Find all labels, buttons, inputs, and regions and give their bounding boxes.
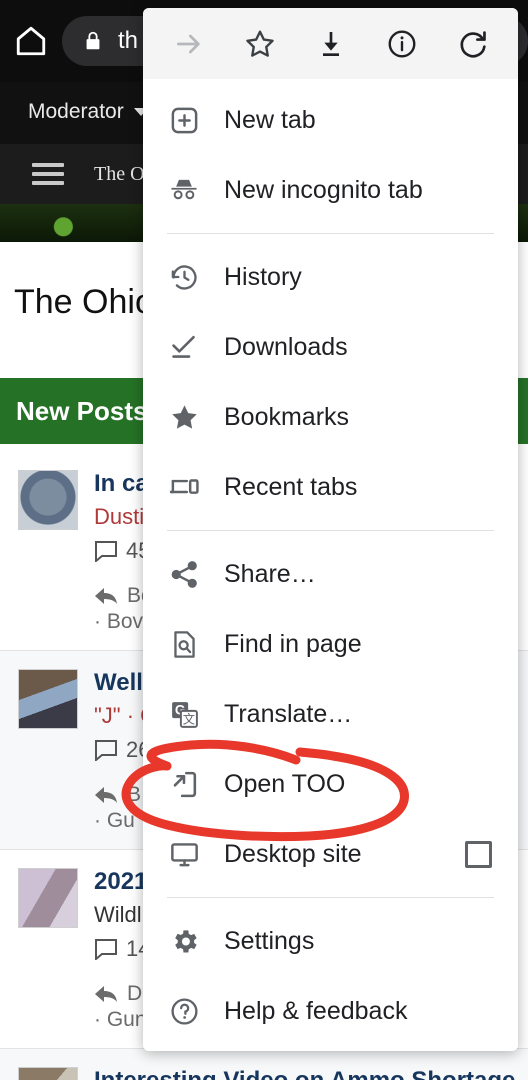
menu-divider (167, 530, 494, 531)
menu-item-label: New tab (224, 105, 316, 134)
star-icon[interactable] (237, 21, 283, 67)
menu-item-label: Downloads (224, 332, 348, 361)
menu-item-downloads[interactable]: Downloads (143, 312, 518, 382)
desktop-site-icon (167, 837, 201, 871)
reload-icon[interactable] (450, 21, 496, 67)
help-feedback-icon (167, 994, 201, 1028)
menu-item-bookmarks[interactable]: Bookmarks (143, 382, 518, 452)
settings-gear-icon (167, 924, 201, 958)
lock-icon (82, 28, 104, 54)
reply-author: B (127, 783, 142, 806)
bookmarks-star-icon (167, 400, 201, 434)
menu-item-desktop-site[interactable]: Desktop site (143, 819, 518, 889)
menu-item-settings[interactable]: Settings (143, 906, 518, 976)
find-in-page-icon (167, 627, 201, 661)
reply-arrow-icon (94, 786, 118, 804)
comment-bubble-icon (94, 739, 118, 763)
menu-item-label: Settings (224, 926, 315, 955)
desktop-site-checkbox[interactable] (465, 840, 492, 868)
list-item[interactable]: Interesting Video on Ammo Shortage (0, 1049, 528, 1080)
home-icon[interactable] (14, 24, 48, 58)
comment-bubble-icon (94, 540, 118, 564)
menu-item-share[interactable]: Share… (143, 539, 518, 609)
new-posts-label: New Posts (16, 395, 148, 426)
menu-item-list: New tab New incognito tab History Downlo… (143, 79, 518, 1046)
downloads-icon (167, 330, 201, 364)
menu-item-label: Translate… (224, 699, 353, 728)
history-icon (167, 260, 201, 294)
info-icon[interactable] (379, 21, 425, 67)
menu-divider (167, 233, 494, 234)
reply-arrow-icon (94, 985, 118, 1003)
post-thumbnail (18, 470, 78, 530)
menu-item-new-tab[interactable]: New tab (143, 85, 518, 155)
menu-quick-actions-toolbar (143, 8, 518, 79)
recent-tabs-icon (167, 470, 201, 504)
open-in-app-icon (167, 767, 201, 801)
menu-item-label: Share… (224, 559, 316, 588)
menu-item-label: Recent tabs (224, 472, 358, 501)
menu-item-recent-tabs[interactable]: Recent tabs (143, 452, 518, 522)
translate-icon: G 文 (167, 697, 201, 731)
svg-text:文: 文 (182, 711, 194, 726)
menu-item-label: Help & feedback (224, 996, 408, 1025)
download-icon[interactable] (308, 21, 354, 67)
menu-item-label: New incognito tab (224, 175, 423, 204)
incognito-icon (167, 173, 201, 207)
moderator-label: Moderator (28, 100, 124, 123)
menu-item-label: History (224, 262, 302, 291)
menu-item-new-incognito-tab[interactable]: New incognito tab (143, 155, 518, 225)
post-title[interactable]: Interesting Video on Ammo Shortage (94, 1067, 516, 1080)
post-thumbnail (18, 1067, 78, 1080)
post-thumbnail (18, 868, 78, 928)
hamburger-icon[interactable] (32, 163, 64, 185)
menu-divider (167, 897, 494, 898)
new-tab-icon (167, 103, 201, 137)
comment-bubble-icon (94, 938, 118, 962)
menu-item-label: Bookmarks (224, 402, 350, 431)
menu-item-history[interactable]: History (143, 242, 518, 312)
browser-overflow-menu: New tab New incognito tab History Downlo… (143, 8, 518, 1051)
menu-item-label: Find in page (224, 629, 362, 658)
moderator-dropdown[interactable]: Moderator (28, 100, 148, 124)
menu-item-open-too[interactable]: Open TOO (143, 749, 518, 819)
screen: th Moderator The Ohio O The Ohio New Pos… (0, 0, 528, 1080)
menu-item-label: Open TOO (224, 769, 346, 798)
menu-item-help-feedback[interactable]: Help & feedback (143, 976, 518, 1046)
url-text: th (118, 27, 139, 54)
post-thumbnail (18, 669, 78, 729)
menu-item-find-in-page[interactable]: Find in page (143, 609, 518, 679)
menu-item-label: Desktop site (224, 839, 362, 868)
page-title: The Ohio (14, 283, 154, 321)
menu-item-translate[interactable]: G 文 Translate… (143, 679, 518, 749)
share-icon (167, 557, 201, 591)
forward-icon[interactable] (166, 21, 212, 67)
reply-arrow-icon (94, 587, 118, 605)
